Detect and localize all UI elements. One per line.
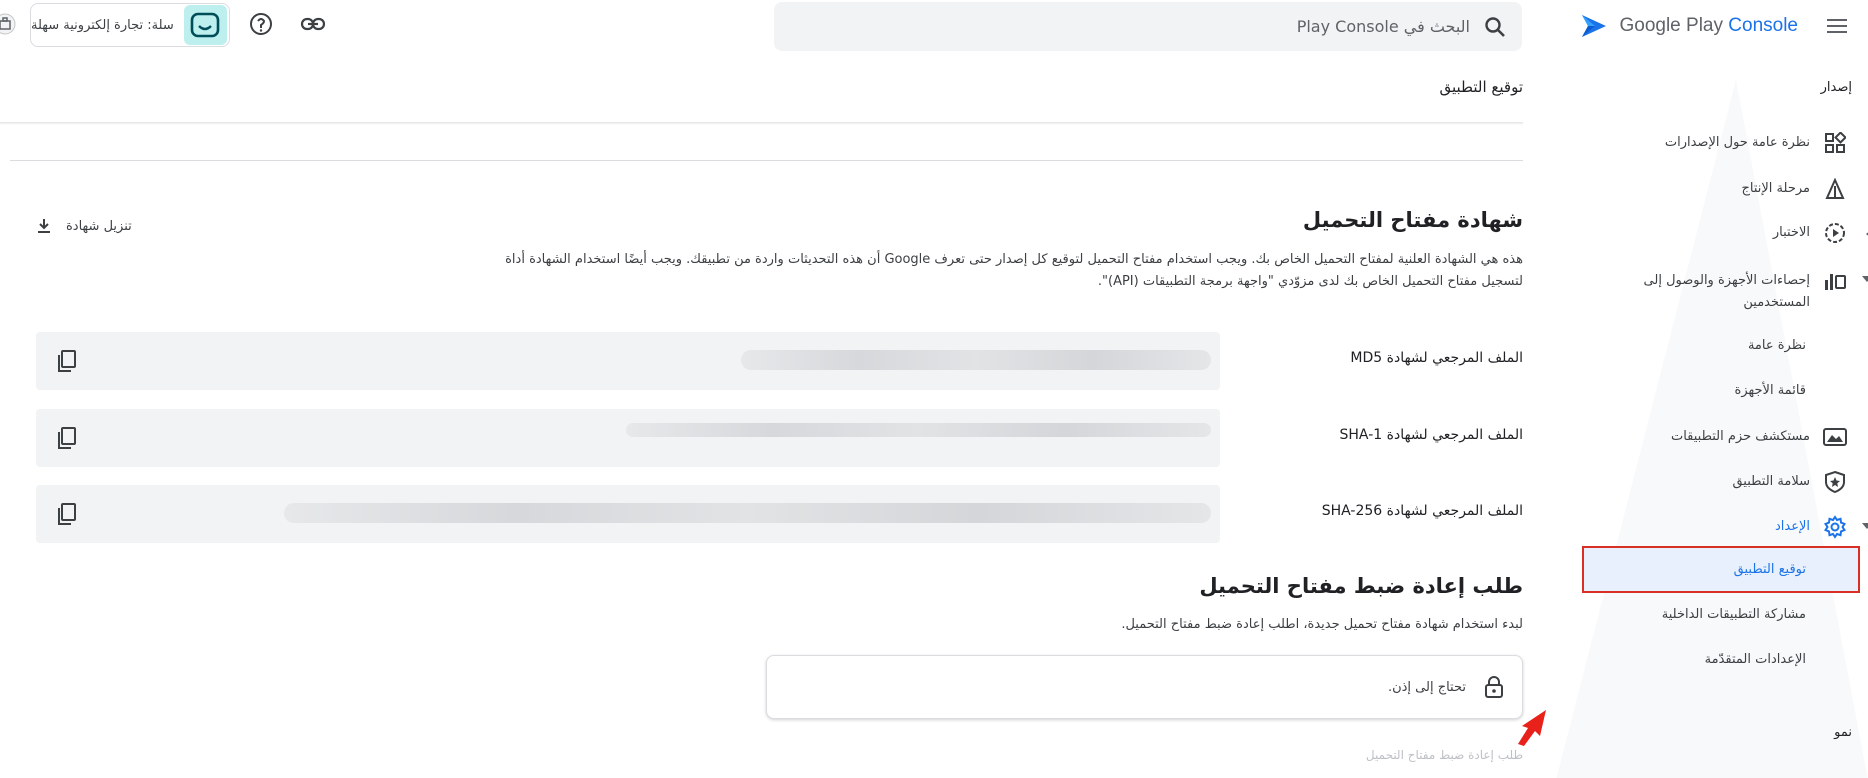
sha256-fingerprint-row: الملف المرجعي لشهادة SHA-256 [0,485,1523,543]
play-console-logo-icon[interactable] [1579,11,1609,41]
page-title: توقيع التطبيق [1439,78,1523,96]
help-icon[interactable] [249,12,273,36]
sidebar-subitem-app-signing[interactable]: توقيع التطبيق [1582,546,1860,593]
header-divider [0,122,1523,125]
collapse-caret-icon[interactable] [1862,523,1868,529]
stats-icon [1822,268,1848,294]
lock-icon [1485,676,1503,698]
sidebar-subitem-internal-app-sharing[interactable]: مشاركة التطبيقات الداخلية [1662,605,1806,625]
nav-section-release: إصدار [1820,80,1852,95]
sidebar-item-setup[interactable]: الإعداد [1572,514,1848,540]
redacted-fingerprint [741,350,1211,370]
sidebar-subitem-overview[interactable]: نظرة عامة [1748,336,1806,356]
section-divider [10,160,1523,161]
download-certificate-label: تنزيل شهادة [66,218,132,234]
red-arrow-annotation-icon [1518,710,1546,746]
search-bar[interactable] [774,2,1522,51]
collapse-caret-icon[interactable] [1862,276,1868,282]
sidebar-item-label: نظرة عامة حول الإصدارات [1664,135,1810,150]
app-icon [183,5,227,45]
sidebar-item-app-integrity[interactable]: سلامة التطبيق [1572,469,1848,495]
reset-key-description: لبدء استخدام شهادة مفتاح تحميل جديدة، اط… [1121,617,1523,632]
sidebar-item-releases-overview[interactable]: نظرة عامة حول الإصدارات [1572,130,1848,156]
sha1-fingerprint-row: الملف المرجعي لشهادة SHA-1 [0,409,1523,467]
nav-section-growth: نمو [1834,725,1852,740]
search-input[interactable] [870,17,1470,36]
sidebar-subitem-device-catalog[interactable]: قائمة الأجهزة [1735,381,1806,401]
search-icon[interactable] [1484,16,1506,38]
gear-icon [1822,514,1848,540]
reset-key-heading: طلب إعادة ضبط مفتاح التحميل [1199,574,1523,598]
link-icon[interactable] [300,12,326,36]
testing-icon [1822,220,1848,246]
brand-name: Google Play Console [1619,15,1798,36]
main-menu-button[interactable] [1822,11,1852,41]
sidebar-item-production[interactable]: مرحلة الإنتاج [1572,176,1848,202]
sidebar-item-label: الاختبار [1772,225,1810,240]
dashboard-icon [1822,130,1848,156]
hamburger-menu-icon [1827,19,1847,33]
sidebar-item-device-stats[interactable]: إحصاءات الأجهزة والوصول إلى المستخدمين [1572,268,1848,314]
permission-notice-text: تحتاج إلى إذن. [1387,679,1466,695]
sha256-fingerprint-field [36,485,1220,543]
copy-icon[interactable] [54,348,80,374]
permission-notice: تحتاج إلى إذن. [766,655,1523,719]
bundle-explorer-icon [1822,424,1848,450]
sidebar-item-label: الإعداد [1774,519,1810,534]
md5-fingerprint-row: الملف المرجعي لشهادة MD5 [0,332,1523,390]
navigation-sidebar: Google Play Console إصدار نظرة عامة حول … [1556,0,1868,778]
md5-fingerprint-label: الملف المرجعي لشهادة MD5 [1350,350,1523,366]
sha1-fingerprint-label: الملف المرجعي لشهادة SHA-1 [1339,427,1523,443]
copy-icon[interactable] [54,425,80,451]
sidebar-item-label: مستكشف حزم التطبيقات [1670,429,1810,444]
upload-cert-description-line2: لتسجيل مفتاح التحميل الخاص بك لدى مزوّدي… [1097,274,1523,289]
sidebar-item-label: مرحلة الإنتاج [1741,181,1811,196]
upload-cert-description-line1: هذه هي الشهادة العلنية لمفتاح التحميل ال… [505,252,1523,267]
sidebar-item-label: إحصاءات الأجهزة والوصول إلى المستخدمين [1643,273,1810,310]
sidebar-item-label: سلامة التطبيق [1732,474,1810,489]
sha1-fingerprint-field [36,409,1220,467]
app-selector[interactable]: سلة: تجارة إلكترونية سهلة [30,3,230,47]
md5-fingerprint-field [36,332,1220,390]
app-name: سلة: تجارة إلكترونية سهلة [31,17,174,33]
sidebar-subitem-label: توقيع التطبيق [1733,562,1806,577]
sidebar-item-testing[interactable]: الاختبار [1572,220,1848,246]
production-icon [1822,176,1848,202]
sidebar-item-bundle-explorer[interactable]: مستكشف حزم التطبيقات [1572,424,1848,450]
brand-header: Google Play Console [1562,10,1852,42]
upload-cert-heading: شهادة مفتاح التحميل [1302,208,1523,232]
download-certificate-button[interactable]: تنزيل شهادة [36,214,132,238]
redacted-fingerprint [626,423,1211,437]
redacted-fingerprint [284,503,1211,523]
app-integrity-icon [1822,469,1848,495]
sha256-fingerprint-label: الملف المرجعي لشهادة SHA-256 [1321,503,1523,519]
sidebar-subitem-advanced-settings[interactable]: الإعدادات المتقدّمة [1705,650,1806,670]
request-key-reset-button[interactable]: طلب إعادة ضبط مفتاح التحميل [1366,748,1523,762]
developer-account-icon[interactable] [0,13,16,35]
download-icon [38,219,50,233]
copy-icon[interactable] [54,501,80,527]
